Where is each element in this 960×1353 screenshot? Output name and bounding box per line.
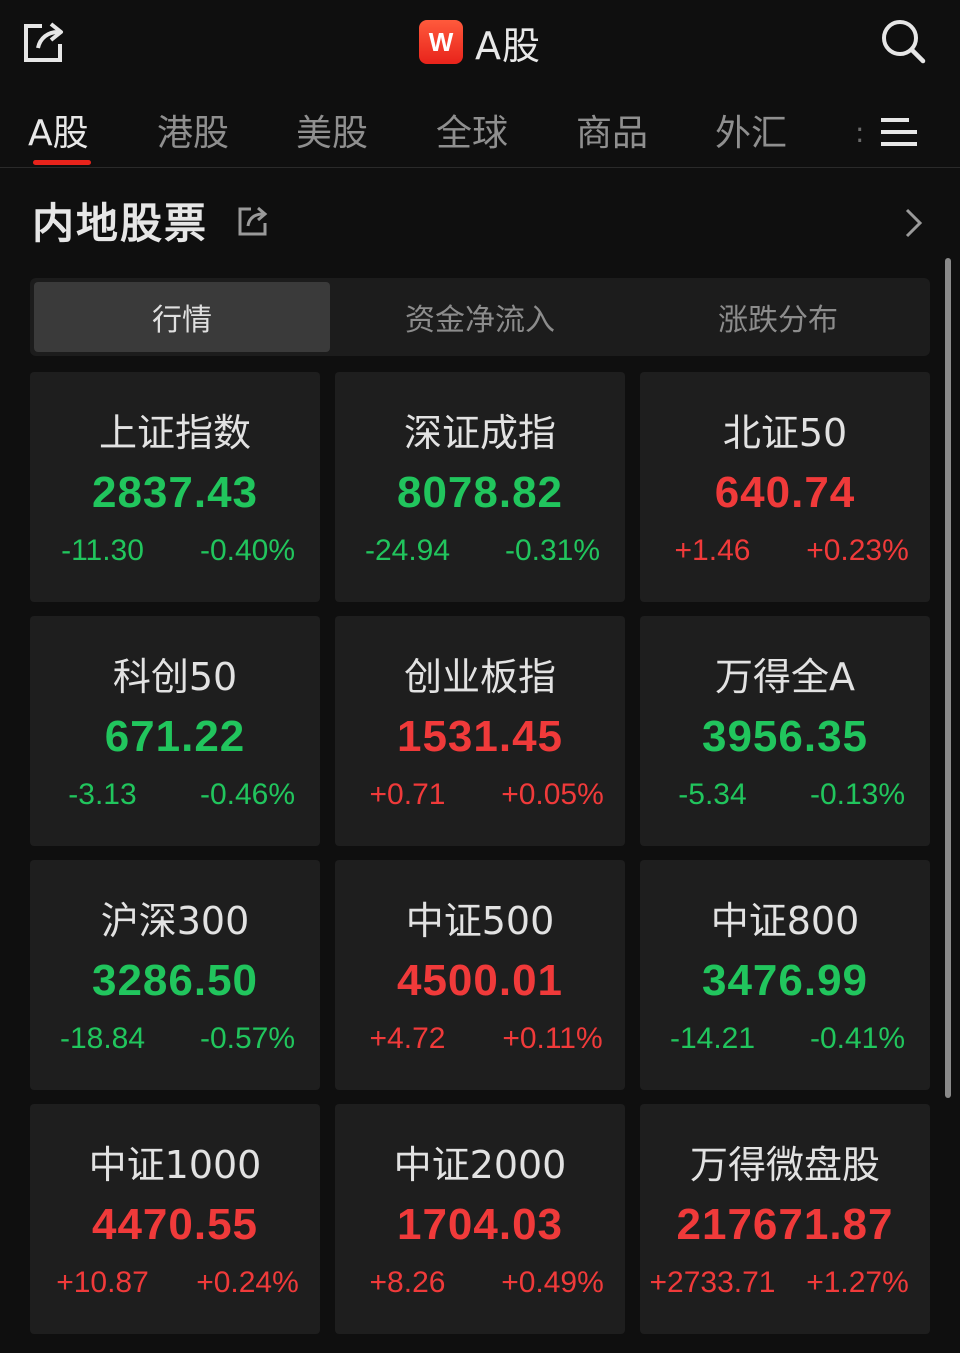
index-name: 中证500 [405, 899, 555, 943]
index-change: -18.84 [59, 1022, 146, 1055]
chevron-right-icon[interactable] [898, 206, 928, 240]
index-name: 中证2000 [393, 1143, 567, 1187]
index-card[interactable]: 科创50 671.22 -3.13 -0.46% [30, 616, 320, 846]
active-tab-indicator [33, 160, 91, 165]
index-value: 640.74 [714, 468, 856, 517]
index-card[interactable]: 北证50 640.74 +1.46 +0.23% [640, 372, 930, 602]
index-card[interactable]: 深证成指 8078.82 -24.94 -0.31% [335, 372, 625, 602]
index-change-percent: +0.23% [806, 534, 909, 567]
index-value: 3286.50 [91, 956, 259, 1005]
market-tabs: A股 港股 美股 全球 商品 外汇 : [0, 96, 960, 168]
segment-net-inflow[interactable]: 资金净流入 [332, 282, 628, 352]
index-name: 北证50 [722, 411, 848, 455]
index-card[interactable]: 万得微盘股 217671.87 +2733.71 +1.27% [640, 1104, 930, 1334]
tab-a-shares[interactable]: A股 [28, 104, 89, 156]
index-change-percent: +0.05% [501, 778, 604, 811]
index-value: 671.22 [104, 712, 246, 761]
index-name: 中证800 [710, 899, 860, 943]
page-title: A股 [475, 23, 541, 68]
view-segmented-control: 行情 资金净流入 涨跌分布 [30, 278, 930, 356]
index-value: 8078.82 [396, 468, 564, 517]
index-change: -14.21 [669, 1022, 756, 1055]
tab-global[interactable]: 全球 [436, 104, 508, 156]
index-change: -24.94 [364, 534, 451, 567]
index-value: 217671.87 [676, 1200, 894, 1249]
index-name: 创业板指 [403, 655, 556, 699]
index-change-percent: +0.11% [502, 1022, 603, 1055]
app-screen: W A股 A股 港股 美股 全球 商品 外汇 : 内地股票 行情 资金净流入 涨… [0, 0, 960, 1353]
external-link-icon[interactable] [236, 204, 270, 238]
tab-overflow-hint: : [855, 116, 865, 149]
index-card[interactable]: 中证500 4500.01 +4.72 +0.11% [335, 860, 625, 1090]
index-change-percent: -0.13% [809, 778, 906, 811]
index-change-percent: -0.57% [199, 1022, 296, 1055]
index-card[interactable]: 沪深300 3286.50 -18.84 -0.57% [30, 860, 320, 1090]
segment-quotes[interactable]: 行情 [34, 282, 330, 352]
index-name: 万得全A [715, 655, 855, 699]
index-name: 万得微盘股 [689, 1143, 880, 1187]
index-name: 深证成指 [403, 411, 556, 455]
index-value: 4500.01 [396, 956, 564, 1005]
index-card[interactable]: 中证1000 4470.55 +10.87 +0.24% [30, 1104, 320, 1334]
index-name: 沪深300 [100, 899, 250, 943]
tab-commodities[interactable]: 商品 [576, 104, 648, 156]
index-change: +8.26 [369, 1266, 446, 1299]
index-change: +1.46 [674, 534, 751, 567]
index-change: -11.30 [61, 534, 144, 567]
index-value: 4470.55 [91, 1200, 259, 1249]
index-change: -5.34 [678, 778, 747, 811]
index-change: -3.13 [68, 778, 137, 811]
index-change: +4.72 [369, 1022, 446, 1055]
index-change: +10.87 [56, 1266, 149, 1299]
search-icon[interactable] [878, 16, 928, 66]
index-change: +0.71 [369, 778, 446, 811]
tab-us-shares[interactable]: 美股 [296, 104, 368, 156]
tab-hk-shares[interactable]: 港股 [157, 104, 229, 156]
index-card[interactable]: 创业板指 1531.45 +0.71 +0.05% [335, 616, 625, 846]
index-card[interactable]: 中证800 3476.99 -14.21 -0.41% [640, 860, 930, 1090]
section-title[interactable]: 内地股票 [32, 190, 208, 251]
index-change-percent: -0.46% [199, 778, 296, 811]
title-group: W A股 [0, 14, 960, 70]
index-card[interactable]: 万得全A 3956.35 -5.34 -0.13% [640, 616, 930, 846]
index-card[interactable]: 中证2000 1704.03 +8.26 +0.49% [335, 1104, 625, 1334]
index-change-percent: -0.40% [199, 534, 296, 567]
index-value: 1531.45 [396, 712, 564, 761]
index-value: 2837.43 [91, 468, 259, 517]
index-name: 中证1000 [88, 1143, 262, 1187]
menu-icon[interactable] [878, 112, 920, 154]
index-change-percent: +1.27% [806, 1266, 909, 1299]
index-change-percent: -0.41% [809, 1022, 906, 1055]
index-card[interactable]: 上证指数 2837.43 -11.30 -0.40% [30, 372, 320, 602]
top-bar: W A股 [0, 0, 960, 86]
index-value: 3956.35 [701, 712, 869, 761]
index-change: +2733.71 [649, 1266, 776, 1299]
index-change-percent: -0.31% [504, 534, 601, 567]
wind-logo: W [419, 20, 463, 64]
index-value: 3476.99 [701, 956, 869, 1005]
scrollbar[interactable] [945, 258, 951, 1098]
index-change-percent: +0.24% [196, 1266, 299, 1299]
index-name: 科创50 [112, 655, 238, 699]
index-name: 上证指数 [98, 411, 251, 455]
segment-distribution[interactable]: 涨跌分布 [630, 282, 926, 352]
index-change-percent: +0.49% [501, 1266, 604, 1299]
tab-forex[interactable]: 外汇 [715, 104, 787, 156]
index-value: 1704.03 [396, 1200, 564, 1249]
